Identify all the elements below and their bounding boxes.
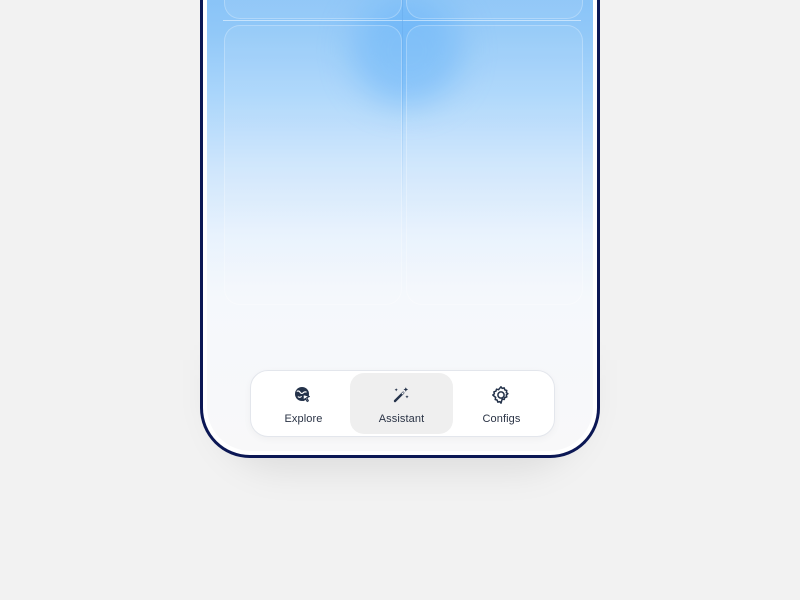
grid-separator-vertical: [402, 0, 403, 208]
tab-configs[interactable]: Configs: [450, 373, 553, 434]
tab-assistant-label: Assistant: [378, 413, 425, 425]
bottom-tab-bar: Explore Assistant Configs: [250, 370, 555, 437]
magic-wand-icon: [391, 385, 411, 405]
content-tile-top-right: [406, 0, 583, 19]
tab-explore[interactable]: Explore: [252, 373, 355, 434]
content-tile-mid-left: [224, 25, 402, 305]
gear-icon: [491, 385, 511, 405]
tab-explore-label: Explore: [284, 413, 323, 425]
tab-assistant[interactable]: Assistant: [350, 373, 453, 434]
stage: Explore Assistant Configs: [0, 0, 800, 600]
explore-globe-cursor-icon: [293, 385, 313, 405]
phone-frame: Explore Assistant Configs: [200, 0, 600, 458]
content-tile-top-left: [224, 0, 402, 19]
tab-configs-label: Configs: [482, 413, 521, 425]
content-tile-mid-right: [406, 25, 583, 305]
